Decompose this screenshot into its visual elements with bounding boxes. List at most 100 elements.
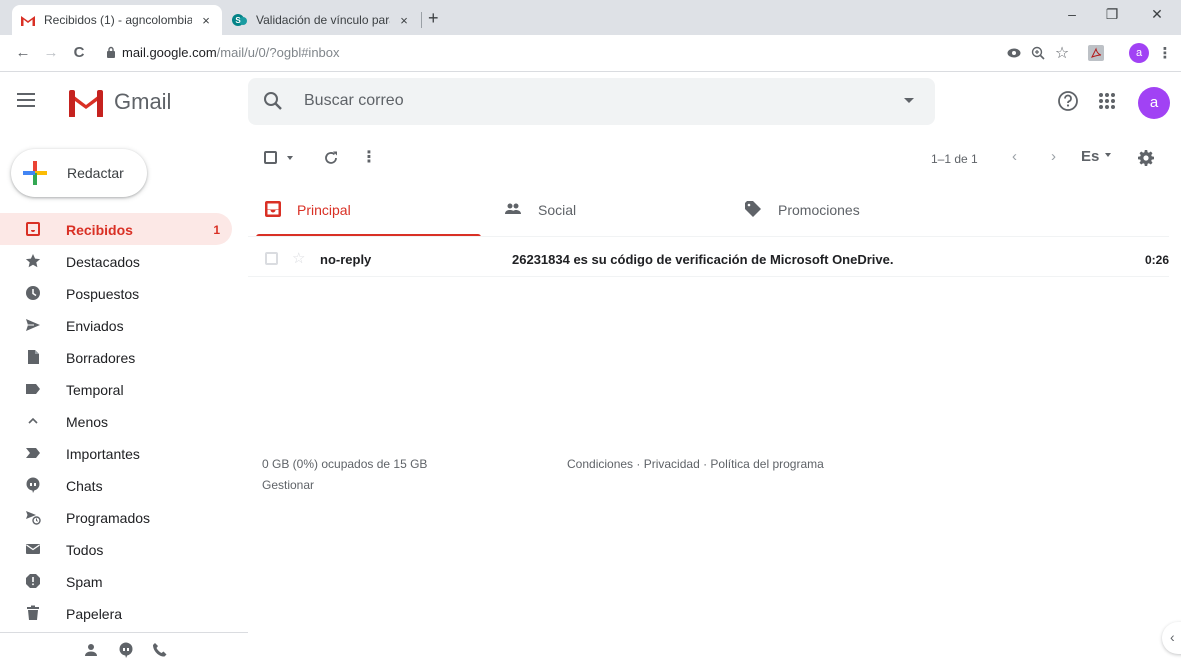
sidebar-item-label: Temporal [66, 382, 124, 398]
unread-count-badge: 1 [213, 223, 220, 237]
table-row[interactable]: ☆ no-reply 26231834 es su código de veri… [248, 241, 1169, 277]
hangouts-icon[interactable] [118, 642, 134, 658]
tab-separator [421, 12, 422, 28]
side-panel-toggle[interactable]: ‹ [1162, 622, 1181, 654]
sidebar-item-todos[interactable]: Todos [0, 533, 232, 565]
spam-icon [25, 573, 41, 589]
url-field[interactable]: mail.google.com/mail/u/0/?ogbl#inbox [122, 45, 340, 60]
tab-label: Promociones [778, 202, 860, 218]
chevron-left-icon: ‹ [1170, 629, 1175, 645]
sidebar-item-papelera[interactable]: Papelera [0, 597, 232, 629]
main-menu-icon[interactable] [17, 93, 35, 107]
sidebar-item-enviados[interactable]: Enviados [0, 309, 232, 341]
browser-profile-avatar[interactable]: a [1129, 43, 1149, 63]
select-all-checkbox[interactable] [264, 151, 277, 164]
privacy-link[interactable]: Privacidad [644, 457, 700, 471]
pdf-extension-icon[interactable] [1088, 45, 1104, 61]
sidebar-item-destacados[interactable]: Destacados [0, 245, 232, 277]
gmail-favicon [20, 12, 36, 28]
gmail-m-icon [69, 90, 103, 117]
restore-button[interactable]: ❐ [1098, 6, 1126, 23]
new-tab-button[interactable]: + [428, 9, 439, 27]
tab-label: Social [538, 202, 577, 218]
manage-storage-link[interactable]: Gestionar [262, 478, 314, 492]
program-policy-link[interactable]: Política del programa [710, 457, 823, 471]
message-checkbox[interactable] [265, 252, 278, 265]
sidebar-item-label: Menos [66, 414, 109, 430]
address-bar: ← → C mail.google.com/mail/u/0/?ogbl#inb… [0, 35, 1181, 72]
browser-menu-icon[interactable]: ⋮ [1157, 45, 1173, 62]
important-icon [25, 445, 41, 461]
more-options-icon[interactable]: ⋮ [361, 150, 377, 166]
message-time: 0:26 [1144, 253, 1169, 267]
bookmark-star-icon[interactable]: ☆ [1054, 45, 1070, 62]
reload-button[interactable]: C [70, 44, 88, 61]
settings-gear-icon[interactable] [1138, 150, 1154, 166]
close-tab-icon[interactable]: × [396, 13, 412, 28]
minimize-button[interactable]: – [1058, 6, 1086, 22]
phone-icon[interactable] [152, 642, 168, 658]
chevron-up-icon [25, 413, 41, 429]
footer-separator: · [633, 457, 644, 471]
gmail-logo[interactable]: Gmail [66, 87, 171, 117]
sidebar-item-recibidos[interactable]: Recibidos 1 [0, 213, 232, 245]
input-tools-button[interactable]: Es [1081, 148, 1099, 165]
pagination-text: 1–1 de 1 [931, 152, 978, 166]
sidebar-item-chats[interactable]: Chats [0, 469, 232, 501]
sidebar-item-borradores[interactable]: Borradores [0, 341, 232, 373]
send-icon [25, 317, 41, 333]
chat-icon [25, 477, 41, 493]
inbox-icon [25, 221, 41, 237]
star-toggle-icon[interactable]: ☆ [292, 249, 305, 267]
browser-tab-title: Recibidos (1) - agncolombia2019 [44, 13, 192, 27]
browser-tab-onedrive[interactable]: S Validación de vínculo para comp × [224, 5, 420, 35]
sidebar-item-temporal[interactable]: Temporal [0, 373, 232, 405]
help-icon[interactable] [1057, 90, 1079, 112]
label-icon [25, 381, 41, 397]
zoom-icon[interactable] [1030, 45, 1046, 61]
apps-grid-icon[interactable] [1096, 90, 1118, 112]
eye-icon[interactable] [1006, 45, 1022, 61]
tab-label: Principal [297, 202, 351, 218]
promotions-tag-icon [745, 201, 761, 217]
back-button[interactable]: ← [14, 44, 32, 61]
search-icon[interactable] [263, 91, 283, 111]
footer-separator: · [699, 457, 711, 471]
contacts-icon[interactable] [83, 642, 99, 658]
select-options-dropdown-icon[interactable] [287, 156, 293, 160]
message-subject: 26231834 es su código de verificación de… [512, 252, 894, 267]
refresh-icon[interactable] [323, 150, 339, 166]
tab-social[interactable]: Social [496, 181, 721, 237]
browser-tab-gmail[interactable]: Recibidos (1) - agncolombia2019 × [12, 5, 222, 35]
sidebar-item-label: Borradores [66, 350, 136, 366]
window-close-button[interactable]: ✕ [1143, 6, 1171, 23]
newer-button[interactable]: ‹ [1012, 148, 1017, 165]
url-host: mail.google.com [122, 45, 217, 60]
close-tab-icon[interactable]: × [198, 13, 214, 28]
footer-links: Condiciones · Privacidad · Política del … [567, 457, 824, 471]
inbox-icon [265, 201, 281, 217]
browser-tab-bar: Recibidos (1) - agncolombia2019 × S Vali… [0, 0, 1181, 35]
tab-principal[interactable]: Principal [256, 181, 481, 237]
sidebar-item-programados[interactable]: Programados [0, 501, 232, 533]
search-options-dropdown-icon[interactable] [904, 98, 914, 103]
sidebar-item-label: Enviados [66, 318, 124, 334]
input-tools-dropdown-icon[interactable] [1105, 153, 1111, 157]
search-input[interactable] [304, 90, 864, 112]
account-avatar[interactable]: a [1138, 87, 1170, 119]
tab-promociones[interactable]: Promociones [736, 181, 961, 237]
sidebar-item-menos[interactable]: Menos [0, 405, 232, 437]
star-icon [25, 253, 41, 269]
forward-button[interactable]: → [42, 44, 60, 61]
sidebar-item-importantes[interactable]: Importantes [0, 437, 232, 469]
sidebar-item-label: Chats [66, 478, 103, 494]
search-bar [248, 78, 935, 125]
terms-link[interactable]: Condiciones [567, 457, 633, 471]
tabs-divider [248, 236, 1169, 237]
compose-button[interactable]: Redactar [11, 149, 147, 197]
compose-plus-icon [23, 161, 47, 185]
sidebar-item-pospuestos[interactable]: Pospuestos [0, 277, 232, 309]
sidebar-item-spam[interactable]: Spam [0, 565, 232, 597]
sidebar-item-label: Papelera [66, 606, 123, 622]
older-button[interactable]: › [1051, 148, 1056, 165]
